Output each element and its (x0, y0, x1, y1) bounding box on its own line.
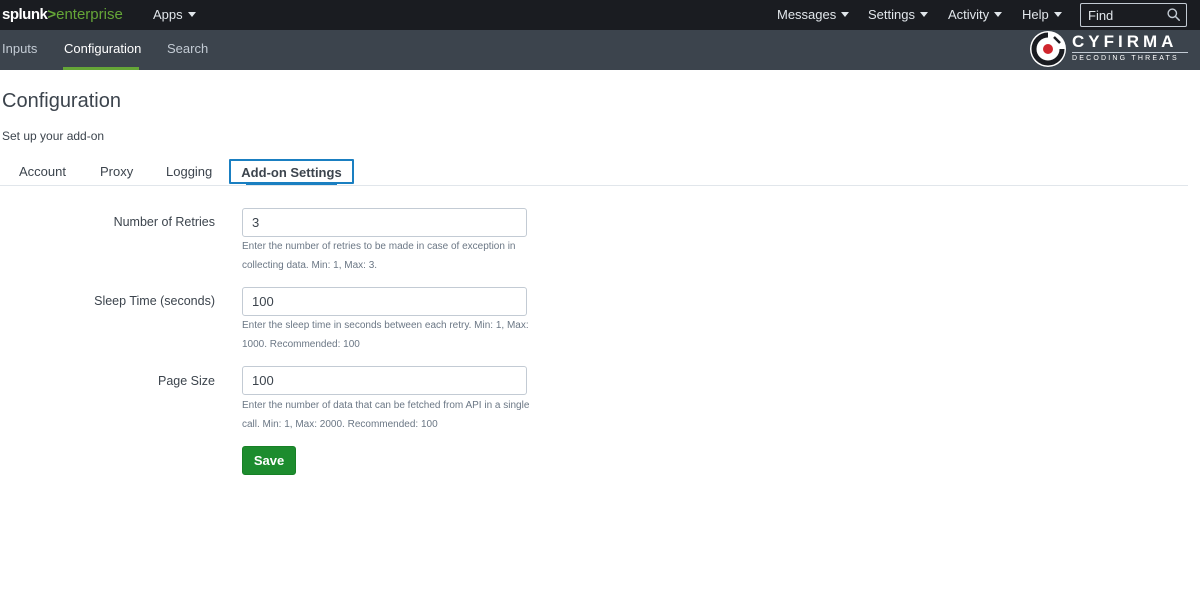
sleep-time-label: Sleep Time (seconds) (94, 294, 215, 308)
page-subtitle: Set up your add-on (2, 129, 105, 143)
find-input[interactable] (1081, 4, 1165, 26)
brand-divider (1072, 52, 1188, 53)
settings-menu-label: Settings (868, 7, 915, 22)
brand-tagline: DECODING THREATS (1072, 55, 1179, 62)
tab-add-on-settings[interactable]: Add-on Settings (229, 159, 354, 184)
help-menu[interactable]: Help (1022, 7, 1062, 23)
logo-enterprise: enterprise (56, 6, 123, 23)
tabs-divider (0, 185, 1188, 186)
sleep-time-help: Enter the sleep time in seconds between … (242, 320, 529, 350)
page-size-input[interactable] (242, 366, 527, 395)
active-app-tab-indicator (63, 67, 139, 70)
splunk-logo[interactable]: splunk>enterprise (2, 5, 123, 25)
page-size-label: Page Size (158, 374, 215, 388)
retries-label: Number of Retries (113, 215, 215, 229)
brand-name: CYFIRMA (1072, 32, 1178, 51)
page-size-help: Enter the number of data that can be fet… (242, 400, 530, 430)
top-bar: splunk>enterprise Apps Messages Settings… (0, 0, 1200, 30)
caret-down-icon (1053, 12, 1062, 17)
apps-menu[interactable]: Apps (153, 7, 196, 23)
help-menu-label: Help (1022, 7, 1049, 22)
apps-menu-label: Apps (153, 7, 183, 22)
cyfirma-logo-icon (1030, 31, 1066, 67)
search-icon[interactable] (1167, 8, 1180, 21)
tab-account[interactable]: Account (19, 164, 66, 180)
tab-proxy[interactable]: Proxy (100, 164, 133, 180)
active-tab-indicator (246, 182, 337, 185)
sleep-time-input[interactable] (242, 287, 527, 316)
app-bar: Inputs Configuration Search (0, 30, 1200, 70)
activity-menu[interactable]: Activity (948, 7, 1003, 23)
caret-down-icon (841, 12, 850, 17)
settings-menu[interactable]: Settings (868, 7, 928, 23)
app-tab-search[interactable]: Search (167, 41, 208, 57)
page-title: Configuration (2, 90, 121, 112)
caret-down-icon (994, 12, 1003, 17)
tab-logging[interactable]: Logging (166, 164, 212, 180)
messages-menu[interactable]: Messages (777, 7, 850, 23)
caret-down-icon (919, 12, 928, 17)
logo-splunk: splunk (2, 6, 48, 23)
app-tab-inputs[interactable]: Inputs (2, 41, 37, 57)
messages-menu-label: Messages (777, 7, 837, 22)
find-box (1080, 3, 1187, 27)
cyfirma-brand: CYFIRMA DECODING THREATS (1030, 31, 1190, 68)
logo-chevron: > (47, 6, 57, 23)
app-tab-configuration[interactable]: Configuration (64, 41, 141, 57)
caret-down-icon (187, 12, 196, 17)
activity-menu-label: Activity (948, 7, 990, 22)
tab-add-on-settings-label: Add-on Settings (241, 165, 342, 180)
retries-input[interactable] (242, 208, 527, 237)
save-button[interactable]: Save (242, 446, 296, 475)
retries-help: Enter the number of retries to be made i… (242, 241, 516, 271)
